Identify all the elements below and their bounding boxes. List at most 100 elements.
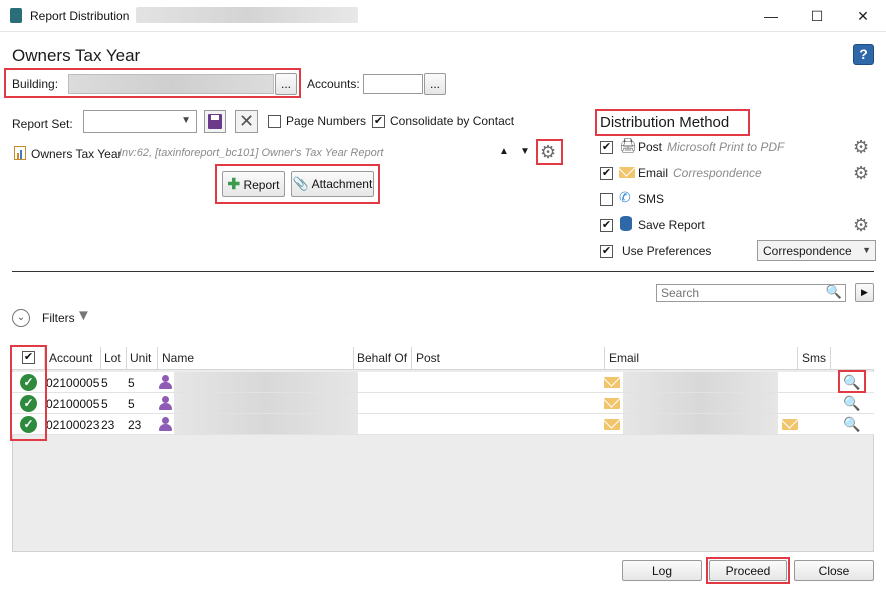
report-set-select[interactable]: ▼ <box>83 110 197 133</box>
cell-lot: 23 <box>101 418 115 432</box>
close-button[interactable]: Close <box>794 560 874 581</box>
save-report-checkbox[interactable]: ✔ <box>600 219 613 232</box>
status-ok-icon: ✓ <box>20 374 37 391</box>
email-redacted <box>623 372 778 392</box>
person-icon <box>159 396 172 410</box>
report-set-label: Report Set: <box>12 117 73 131</box>
post-label: Post <box>638 140 663 154</box>
name-redacted <box>174 393 358 413</box>
report-settings-gear-icon[interactable]: ⚙ <box>540 143 556 161</box>
post-checkbox[interactable]: ✔ <box>600 141 613 154</box>
expand-right-button[interactable]: ▶ <box>855 283 874 302</box>
column-divider <box>604 347 605 370</box>
page-title: Owners Tax Year <box>12 46 141 65</box>
move-up-icon[interactable]: ▲ <box>499 146 509 157</box>
cell-lot: 5 <box>101 376 108 390</box>
post-settings-gear-icon[interactable]: ⚙ <box>853 138 869 156</box>
accounts-label: Accounts: <box>307 77 360 91</box>
name-redacted <box>174 414 358 434</box>
page-numbers-label: Page Numbers <box>286 114 367 128</box>
report-item-details: Inv:62, [taxinforeport_bc101] Owner's Ta… <box>119 147 384 159</box>
title-bar: Report Distribution — ☐ ✕ <box>0 0 886 32</box>
column-divider <box>411 347 412 370</box>
building-label: Building: <box>12 77 59 91</box>
log-button[interactable]: Log <box>622 560 702 581</box>
chevron-down-icon: ▼ <box>181 115 191 126</box>
preview-magnifier-icon[interactable]: 🔍 <box>843 395 860 412</box>
column-divider <box>100 347 101 370</box>
plus-icon: ✚ <box>227 176 241 193</box>
close-icon[interactable]: ✕ <box>840 0 886 32</box>
column-header-email[interactable]: Email <box>609 351 639 365</box>
email-checkbox[interactable]: ✔ <box>600 167 613 180</box>
table-row[interactable]: ✓ 02100005 5 5 🔍 <box>12 372 874 393</box>
column-divider <box>353 347 354 370</box>
proceed-button[interactable]: Proceed <box>709 560 787 581</box>
database-icon <box>620 216 632 231</box>
column-header-account[interactable]: Account <box>49 351 92 365</box>
page-numbers-checkbox[interactable] <box>268 115 281 128</box>
column-divider <box>126 347 127 370</box>
sms-checkbox[interactable] <box>600 193 613 206</box>
minimize-icon[interactable]: — <box>748 0 794 32</box>
report-item-name[interactable]: Owners Tax Year <box>31 147 122 161</box>
search-field[interactable]: 🔍 <box>656 284 846 302</box>
cell-account: 02100005 <box>46 376 100 390</box>
email-envelope-icon <box>604 398 620 409</box>
chevron-down-icon: ▼ <box>862 245 871 255</box>
building-field[interactable] <box>68 74 274 94</box>
add-attachment-button[interactable]: 📎 Attachment <box>291 171 374 197</box>
use-preferences-checkbox[interactable]: ✔ <box>600 245 613 258</box>
email-detail: Correspondence <box>673 166 762 180</box>
column-divider <box>44 347 45 370</box>
column-header-sms[interactable]: Sms <box>802 351 826 365</box>
search-icon: 🔍 <box>825 284 842 299</box>
save-report-settings-gear-icon[interactable]: ⚙ <box>853 216 869 234</box>
email-redacted <box>623 414 778 434</box>
window-title-redacted <box>136 7 358 23</box>
printer-icon: 🖨 <box>619 137 637 153</box>
sms-label: SMS <box>638 192 665 206</box>
save-report-label: Save Report <box>638 218 705 232</box>
preview-magnifier-icon[interactable]: 🔍 <box>843 416 860 433</box>
column-divider <box>830 347 831 370</box>
help-icon[interactable]: ? <box>853 44 874 65</box>
app-icon <box>10 8 22 23</box>
accounts-field[interactable] <box>363 74 423 94</box>
column-header-unit[interactable]: Unit <box>130 351 151 365</box>
email-envelope-icon <box>604 419 620 430</box>
phone-icon: ✆ <box>619 189 631 205</box>
column-header-post[interactable]: Post <box>416 351 440 365</box>
person-icon <box>159 417 172 431</box>
search-input[interactable] <box>659 286 819 300</box>
column-divider <box>797 347 798 370</box>
preferences-select[interactable]: Correspondence ▼ <box>757 240 876 261</box>
collapse-filters-icon[interactable]: ⌄ <box>12 309 30 327</box>
column-header-name[interactable]: Name <box>162 351 194 365</box>
building-browse-button[interactable]: ... <box>275 73 297 95</box>
clear-icon[interactable]: ✕ <box>235 110 258 133</box>
column-header-lot[interactable]: Lot <box>104 351 121 365</box>
cell-account: 02100023 <box>46 418 100 432</box>
select-all-checkbox[interactable]: ✔ <box>22 351 35 364</box>
add-report-button[interactable]: ✚ Report <box>222 171 285 197</box>
status-ok-icon: ✓ <box>20 395 37 412</box>
status-ok-icon: ✓ <box>20 416 37 433</box>
grid-header: ✔ Account Lot Unit Name Behalf Of Post E… <box>12 347 874 370</box>
paperclip-icon: 📎 <box>292 176 309 191</box>
email-redacted <box>623 393 778 413</box>
separator <box>12 271 874 272</box>
maximize-icon[interactable]: ☐ <box>794 0 840 32</box>
accounts-browse-button[interactable]: ... <box>424 73 446 95</box>
filter-icon[interactable]: ▼ <box>76 307 91 324</box>
move-down-icon[interactable]: ▼ <box>520 146 530 157</box>
save-icon[interactable] <box>204 110 226 133</box>
table-row[interactable]: ✓ 02100023 23 23 🔍 <box>12 414 874 435</box>
table-row[interactable]: ✓ 02100005 5 5 🔍 <box>12 393 874 414</box>
filters-label: Filters <box>42 311 75 325</box>
consolidate-checkbox[interactable]: ✔ <box>372 115 385 128</box>
preview-magnifier-icon[interactable]: 🔍 <box>843 374 860 391</box>
email-envelope-icon <box>619 167 635 178</box>
column-header-behalf-of[interactable]: Behalf Of <box>357 351 407 365</box>
email-settings-gear-icon[interactable]: ⚙ <box>853 164 869 182</box>
